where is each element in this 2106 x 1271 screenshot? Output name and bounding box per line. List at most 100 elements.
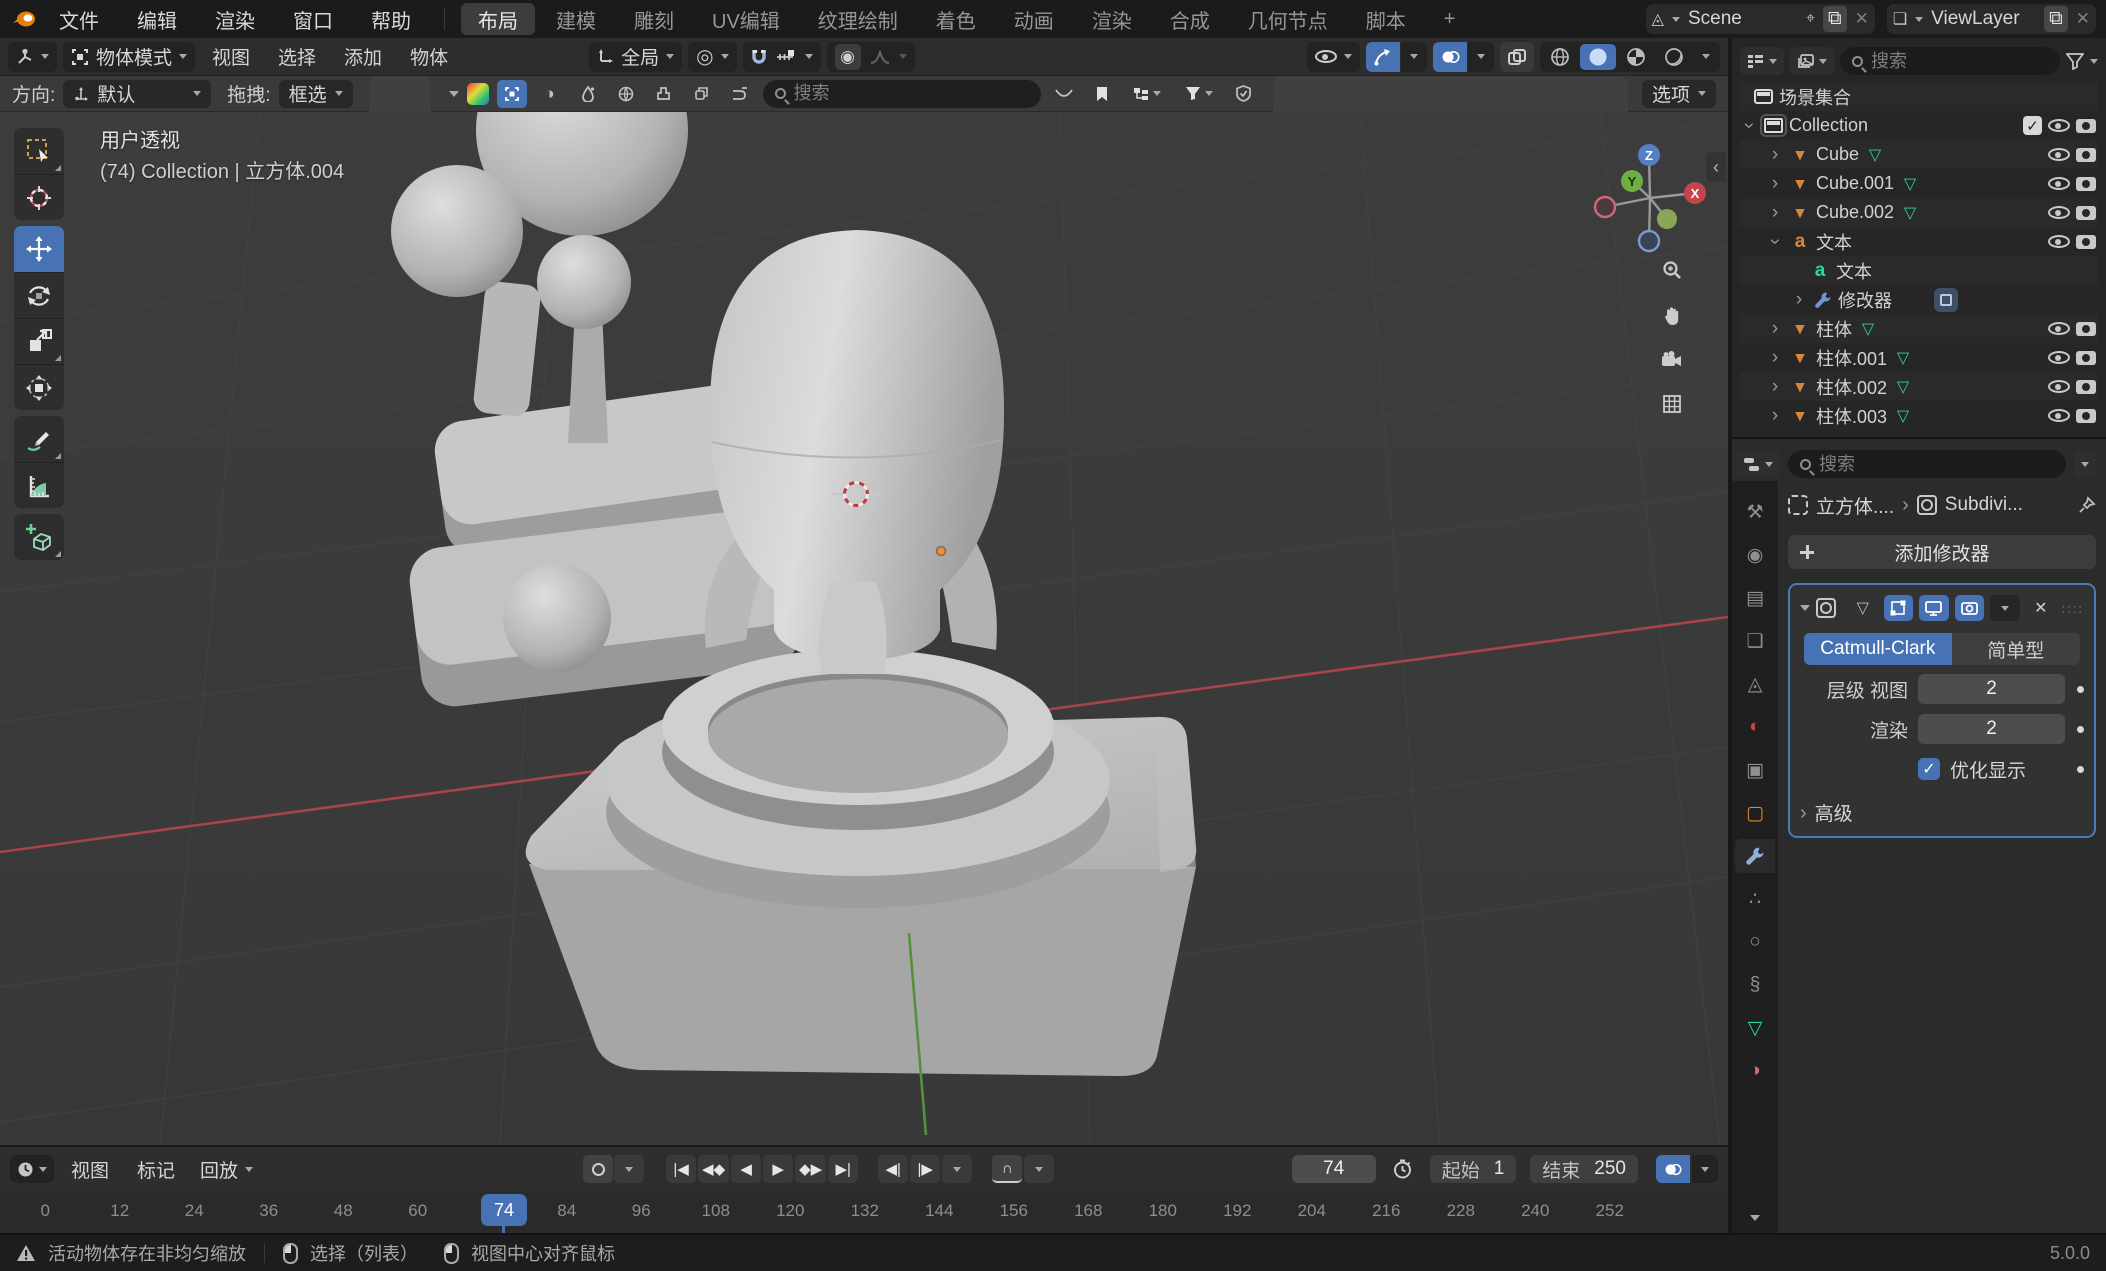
tab-modeling[interactable]: 建模 [539,3,613,35]
outliner-editor-type-button[interactable] [1740,47,1784,75]
levels-render-field[interactable]: 2 [1918,714,2065,744]
tab-output-icon[interactable]: ▤ [1735,581,1775,615]
eye-icon[interactable] [2048,235,2070,248]
pin-icon[interactable] [2078,496,2096,514]
timeline-overlay-toggle[interactable] [1656,1155,1690,1183]
shading-rendered-button[interactable] [1656,44,1692,70]
tab-modifiers-icon[interactable] [1735,839,1775,873]
shield-check-icon[interactable] [1229,80,1259,108]
subsurf-modifier-icon[interactable] [1934,288,1958,312]
outliner-row-collection[interactable]: › Collection ✓ [1740,111,2098,140]
options-button[interactable]: 选项 [1642,80,1716,108]
menu-object[interactable]: 物体 [399,43,459,70]
chevron-down-icon[interactable] [1750,1215,1760,1221]
copy-icon[interactable]: ⧉ [2044,6,2068,32]
camera-view-button[interactable] [1653,341,1691,379]
shading-material-button[interactable] [1618,44,1654,70]
shading-dropdown[interactable] [1694,44,1718,70]
eye-icon[interactable] [2048,148,2070,161]
outliner-row-cylinder003[interactable]: › ▲ 柱体.003 ▽ [1740,401,2098,430]
menu-view[interactable]: 视图 [201,43,261,70]
modifier-extras-dropdown[interactable] [1990,595,2020,621]
drag-selector[interactable]: 框选 [279,80,353,108]
tab-object-icon[interactable]: ▢ [1735,796,1775,830]
breadcrumb-modifier[interactable]: Subdivi... [1945,494,2023,516]
pan-hand-button[interactable] [1653,297,1691,335]
transform-tool[interactable] [14,364,64,410]
pivot-point-selector[interactable]: ◎ [688,42,736,72]
transform-orientation-selector[interactable]: 全局 [589,42,682,72]
show-overlays-toggle[interactable] [1433,42,1467,72]
overlay-dropdown[interactable] [1692,1155,1718,1183]
asset-shelf-collapse-icon[interactable] [449,91,459,97]
camera-icon[interactable] [2076,148,2096,162]
drag-handle-icon[interactable]: :::: [2062,601,2084,616]
outliner-search-input[interactable] [1871,51,2048,72]
outliner-item-label[interactable]: 柱体.002 [1816,374,1887,400]
realtime-display-toggle[interactable] [1919,595,1949,621]
ortho-grid-button[interactable] [1653,385,1691,423]
camera-icon[interactable] [2076,409,2096,423]
outliner-item-label[interactable]: 修改器 [1838,287,1892,313]
tab-scripting[interactable]: 脚本 [1349,3,1423,35]
close-icon[interactable]: ✕ [1855,9,1869,29]
expand-arrow-icon[interactable]: › [1766,203,1784,222]
filter-funnel-icon[interactable] [2066,53,2084,70]
keying-dropdown[interactable] [1024,1155,1054,1183]
camera-icon[interactable] [2076,119,2096,133]
playhead[interactable]: 74 [481,1194,527,1226]
scene-collection-label[interactable]: 场景集合 [1779,84,1851,110]
chevron-down-icon[interactable] [2090,59,2098,64]
current-frame-field[interactable]: 74 [1292,1155,1376,1183]
outliner-display-mode-button[interactable] [1790,47,1834,75]
properties-editor-type-button[interactable] [1736,450,1780,478]
menu-window[interactable]: 窗口 [276,4,350,34]
levels-viewport-field[interactable]: 2 [1918,674,2065,704]
blender-logo-icon[interactable] [10,5,38,33]
eye-icon[interactable] [2048,322,2070,335]
tab-scene-icon[interactable]: ◬ [1735,667,1775,701]
proportional-editing-controls[interactable]: ◉ [827,42,915,72]
measure-tool[interactable] [14,462,64,508]
tab-object-data-icon[interactable]: ▽ [1735,1011,1775,1045]
zoom-button[interactable] [1653,251,1691,289]
outliner-row-cube002[interactable]: › ▲ Cube.002 ▽ [1740,198,2098,227]
eye-icon[interactable] [2048,351,2070,364]
outliner-item-label[interactable]: 文本 [1816,229,1852,255]
tab-particles-icon[interactable]: ∴ [1735,882,1775,916]
menu-add[interactable]: 添加 [333,43,393,70]
asset-search[interactable] [763,80,1041,108]
close-icon[interactable]: ✕ [2076,9,2090,29]
filter-droplet-icon[interactable] [573,80,603,108]
gizmos-dropdown[interactable] [1401,42,1427,72]
expand-arrow-icon[interactable]: › [1740,117,1759,135]
outliner-row-cube[interactable]: › ▲ Cube ▽ [1740,140,2098,169]
camera-icon[interactable] [2076,380,2096,394]
filter-stamp-icon[interactable] [649,80,679,108]
catmull-clark-button[interactable]: Catmull-Clark [1804,633,1952,665]
edit-mode-toggle[interactable] [1884,595,1914,621]
simple-button[interactable]: 简单型 [1952,633,2080,665]
camera-icon[interactable] [2076,235,2096,249]
camera-icon[interactable] [2076,177,2096,191]
render-toggle[interactable] [1955,595,1985,621]
tab-world-icon[interactable]: ◐ [1735,710,1775,744]
add-primitive-tool[interactable] [14,514,64,560]
tab-rendering[interactable]: 渲染 [1075,3,1149,35]
expand-arrow-icon[interactable]: › [1790,290,1808,309]
viewlayer-name[interactable]: ViewLayer [1931,8,2036,30]
3d-viewport[interactable]: 用户透视 (74) Collection | 立方体.004 [0,112,1728,1145]
outliner-item-label[interactable]: Cube.002 [1816,202,1894,223]
outliner-row-text-data[interactable]: a 文本 [1740,256,2098,285]
rotate-tool[interactable] [14,272,64,318]
tab-compositing[interactable]: 合成 [1153,3,1227,35]
optimal-display-checkbox[interactable]: ✓ [1918,758,1940,780]
brush-asset-icon[interactable] [467,83,489,105]
outliner-row-modifiers[interactable]: › 修改器 [1740,285,2098,314]
shading-solid-button[interactable] [1580,44,1616,70]
animate-dot-icon[interactable] [2077,726,2084,733]
menu-help[interactable]: 帮助 [354,4,428,34]
eye-icon[interactable] [2048,177,2070,190]
outliner-item-label[interactable]: 柱体.003 [1816,403,1887,429]
catalog-curve-toggle-icon[interactable] [1049,80,1079,108]
